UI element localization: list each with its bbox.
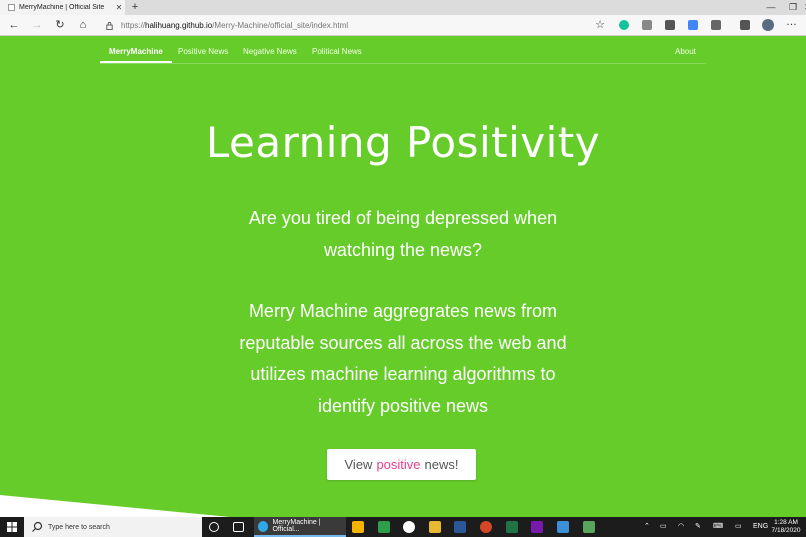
- page-title: Learning Positivity: [205, 118, 601, 167]
- taskbar: Type here to search MerryMachine | Offic…: [0, 517, 806, 537]
- description-line: Merry Machine aggregrates news from: [248, 301, 558, 321]
- view-positive-news-button[interactable]: View positive news!: [327, 449, 476, 480]
- url-prefix: https://: [121, 20, 146, 30]
- onenote-icon[interactable]: [531, 521, 543, 533]
- home-button[interactable]: ⌂: [75, 18, 91, 32]
- windows-start-icon[interactable]: [0, 517, 24, 537]
- share-icon[interactable]: [740, 20, 750, 30]
- tagline-line: watching the news?: [323, 239, 483, 260]
- nav-political-news[interactable]: Political News: [312, 36, 362, 63]
- wifi-icon[interactable]: ◠: [678, 517, 684, 537]
- active-app-title: MerryMachine | Official...: [272, 519, 321, 533]
- page-viewport: MerryMachine Positive News Negative News…: [0, 36, 806, 517]
- site-favicon-icon: [8, 4, 15, 11]
- pinned-app-icon[interactable]: [557, 521, 569, 533]
- url-host: halihuang.github.io: [145, 20, 213, 30]
- taskbar-edge-window[interactable]: MerryMachine | Official...: [254, 517, 346, 537]
- browser-tab[interactable]: MerryMachine | Official Site ✕: [0, 0, 125, 15]
- edge-icon: [258, 520, 269, 532]
- description: Merry Machine aggregrates news from repu…: [0, 296, 806, 422]
- google-drive-icon[interactable]: [352, 521, 364, 533]
- battery-icon[interactable]: ▭: [660, 517, 667, 537]
- tray-chevron-icon[interactable]: ⌃: [644, 517, 650, 537]
- cta-text-after: news!: [424, 457, 459, 472]
- pen-icon[interactable]: [711, 20, 721, 30]
- address-bar[interactable]: https:// halihuang.github.io /Merry-Mach…: [100, 17, 610, 33]
- browser-toolbar: ← → ↻ ⌂ https:// halihuang.github.io /Me…: [0, 15, 806, 36]
- url-path: /Merry-Machine/official_site/index.html: [212, 20, 349, 30]
- tab-close-icon[interactable]: ✕: [113, 3, 125, 12]
- display-icon[interactable]: ▭: [735, 517, 742, 537]
- cortana-icon[interactable]: [209, 522, 219, 532]
- favorite-star-icon[interactable]: ☆: [592, 18, 608, 32]
- cta-text-accent: positive: [376, 457, 421, 472]
- description-line: reputable sources all across the web and: [239, 332, 567, 353]
- task-view-icon[interactable]: [233, 522, 244, 532]
- cta-text-before: View: [344, 457, 373, 472]
- drive-icon[interactable]: [688, 20, 698, 30]
- opt-icon[interactable]: [665, 20, 675, 30]
- minimize-button[interactable]: —: [760, 0, 782, 15]
- search-placeholder: Type here to search: [48, 523, 110, 531]
- tab-title: MerryMachine | Official Site: [19, 4, 105, 11]
- profile-avatar[interactable]: [762, 19, 774, 31]
- gmail-icon[interactable]: [642, 20, 652, 30]
- sheets-icon[interactable]: [378, 521, 390, 533]
- system-clock[interactable]: 1:28 AM 7/18/2020: [768, 519, 804, 535]
- nav-positive-news[interactable]: Positive News: [178, 36, 228, 63]
- network-app-icon[interactable]: [583, 521, 595, 533]
- taskbar-search[interactable]: Type here to search: [24, 517, 202, 537]
- keyboard-icon[interactable]: ⌨: [713, 517, 723, 537]
- lock-icon: [106, 21, 113, 30]
- github-icon[interactable]: [403, 521, 415, 533]
- decorative-wedge: [0, 495, 230, 517]
- search-icon: [32, 521, 43, 532]
- description-line: identify positive news: [317, 395, 489, 416]
- clock-date: 7/18/2020: [771, 527, 801, 534]
- clock-time: 1:28 AM: [774, 519, 798, 526]
- word-icon[interactable]: [454, 521, 466, 533]
- refresh-button[interactable]: ↻: [52, 18, 68, 32]
- site-navbar: MerryMachine Positive News Negative News…: [100, 36, 706, 64]
- powerpoint-icon[interactable]: [480, 521, 492, 533]
- new-tab-button[interactable]: +: [128, 0, 142, 15]
- tagline-line: Are you tired of being depressed when: [248, 208, 558, 228]
- tagline: Are you tired of being depressed when wa…: [0, 203, 806, 266]
- forward-button[interactable]: →: [29, 18, 45, 32]
- tab-strip: MerryMachine | Official Site ✕ + — ❐ ✕: [0, 0, 806, 15]
- pen-workspace-icon[interactable]: ✎: [695, 517, 701, 537]
- file-explorer-icon[interactable]: [429, 521, 441, 533]
- grammarly-icon[interactable]: [619, 20, 629, 30]
- nav-about[interactable]: About: [675, 36, 696, 63]
- excel-icon[interactable]: [506, 521, 518, 533]
- language-indicator[interactable]: ENG: [753, 517, 768, 537]
- restore-button[interactable]: ❐: [782, 0, 804, 15]
- back-button[interactable]: ←: [6, 18, 22, 32]
- nav-negative-news[interactable]: Negative News: [243, 36, 297, 63]
- more-menu-icon[interactable]: …: [786, 16, 798, 28]
- description-line: utilizes machine learning algorithms to: [250, 364, 556, 384]
- brand-link[interactable]: MerryMachine: [100, 36, 172, 63]
